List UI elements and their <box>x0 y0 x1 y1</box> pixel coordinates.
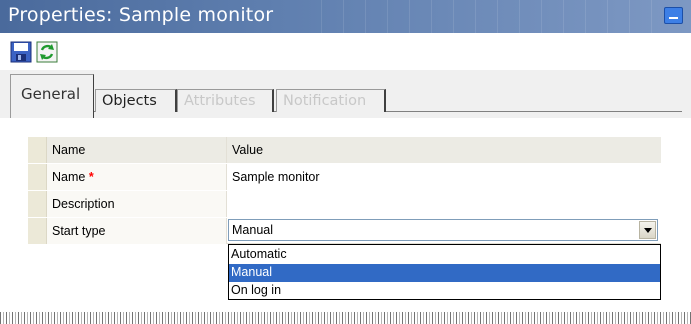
column-header-name: Name <box>47 137 227 163</box>
row-gutter <box>28 164 47 190</box>
dropdown-option-automatic[interactable]: Automatic <box>229 246 660 264</box>
tab-general-label: General <box>21 85 81 103</box>
window-title: Properties: Sample monitor <box>8 4 274 26</box>
tab-notification: Notification <box>276 89 386 112</box>
dropdown-button[interactable] <box>639 221 656 239</box>
required-marker: * <box>88 170 94 184</box>
start-type-dropdown-list: Automatic Manual On log in <box>228 244 661 300</box>
tab-attributes: Attributes <box>177 89 274 112</box>
start-type-select[interactable]: Manual <box>228 219 658 241</box>
property-name-cell: Name * <box>47 164 227 190</box>
minimize-button[interactable] <box>664 7 683 24</box>
property-name-cell: Description <box>47 191 227 217</box>
minimize-icon <box>669 17 678 19</box>
tab-objects[interactable]: Objects <box>95 89 177 112</box>
chevron-down-icon <box>644 228 652 233</box>
description-label: Description <box>52 197 115 211</box>
start-type-label: Start type <box>52 224 106 238</box>
property-name-cell: Start type <box>47 218 227 244</box>
name-value-cell[interactable]: Sample monitor <box>227 164 661 190</box>
column-header-value-label: Value <box>232 143 264 157</box>
table-row-description[interactable]: Description <box>28 191 661 217</box>
row-gutter <box>28 137 47 163</box>
start-type-selected-value: Manual <box>232 223 273 237</box>
description-value-cell[interactable] <box>227 191 661 217</box>
name-label-text: Name <box>52 170 86 184</box>
property-name-label: Name * <box>52 170 94 184</box>
dropdown-option-manual[interactable]: Manual <box>229 264 660 282</box>
row-gutter <box>28 218 47 244</box>
table-row-start-type[interactable]: Start type Manual <box>28 218 661 244</box>
row-gutter <box>28 191 47 217</box>
tab-general[interactable]: General <box>10 74 94 120</box>
column-header-value: Value <box>227 137 661 163</box>
window-title-bar: Properties: Sample monitor <box>0 0 691 33</box>
name-value[interactable]: Sample monitor <box>232 170 320 184</box>
save-icon[interactable] <box>10 39 32 65</box>
title-bar-pattern <box>321 0 661 33</box>
column-header-name-label: Name <box>52 143 86 157</box>
dropdown-option-on-log-in[interactable]: On log in <box>229 282 660 300</box>
grid-header-row: Name Value <box>28 137 661 163</box>
refresh-icon[interactable] <box>36 39 58 65</box>
toolbar <box>0 34 691 70</box>
bottom-status-strip <box>0 312 691 324</box>
table-row-name[interactable]: Name * Sample monitor <box>28 164 661 190</box>
